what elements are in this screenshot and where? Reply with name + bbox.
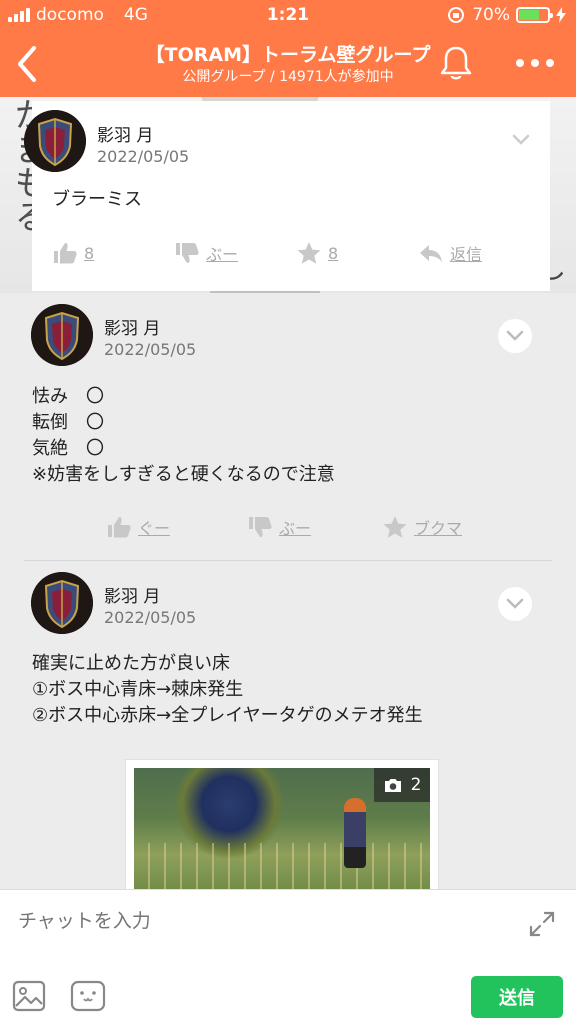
- shield-emblem-icon: [31, 304, 93, 366]
- expand-button[interactable]: [528, 910, 556, 938]
- message-feed[interactable]: かまもる とし 影羽 月 2022/05/05 ブラーミス: [0, 97, 576, 889]
- bookmark-label: ブクマ: [414, 519, 463, 538]
- status-bar: docomo 4G 1:21 70%: [0, 0, 576, 30]
- star-button[interactable]: 8: [296, 241, 338, 265]
- post-author[interactable]: 影羽 月: [104, 582, 160, 607]
- star-icon: [383, 516, 407, 538]
- dislike-button[interactable]: ぶー: [247, 515, 311, 539]
- avatar[interactable]: [24, 110, 86, 172]
- post-text: 確実に止めた方が良い床 ①ボス中心青床→棘床発生 ②ボス中心赤床→全プレイヤータ…: [32, 653, 423, 726]
- camera-icon: [384, 779, 401, 792]
- post-date: 2022/05/05: [104, 608, 197, 627]
- dislike-label: ぶー: [206, 245, 239, 264]
- notification-button[interactable]: [438, 44, 474, 82]
- post-menu-button[interactable]: [498, 587, 532, 621]
- chevron-left-icon: [18, 46, 36, 82]
- charging-icon: [556, 7, 566, 23]
- post-text: ブラーミス: [52, 189, 142, 210]
- chat-input[interactable]: [18, 904, 508, 938]
- chevron-down-icon: [506, 598, 524, 609]
- expand-icon: [529, 911, 555, 937]
- like-label: ぐー: [138, 519, 171, 538]
- post-author[interactable]: 影羽 月: [97, 121, 153, 146]
- reply-icon: [420, 245, 442, 262]
- post-photo[interactable]: 2: [125, 759, 439, 889]
- photo-count-badge: 2: [374, 768, 430, 802]
- post-menu-button[interactable]: [498, 319, 532, 353]
- post-menu-button[interactable]: [504, 123, 538, 157]
- photo-count: 2: [410, 775, 422, 795]
- like-button[interactable]: ぐー: [106, 515, 170, 539]
- post-author[interactable]: 影羽 月: [104, 314, 160, 339]
- chevron-down-icon: [506, 330, 524, 341]
- thumbs-down-icon: [176, 243, 199, 263]
- battery-percent: 70%: [472, 5, 510, 25]
- star-icon: [297, 242, 321, 264]
- star-count: 8: [328, 243, 339, 263]
- post-card: 影羽 月 2022/05/05 ブラーミス 8 ぶー 8 返信: [24, 101, 550, 291]
- post-text: 怯み 〇 転倒 〇 気絶 〇 ※妨害をしすぎると硬くなるので注意: [32, 386, 335, 485]
- image-button[interactable]: [12, 980, 46, 1012]
- bookmark-button[interactable]: ブクマ: [382, 515, 462, 539]
- divider: [24, 560, 552, 561]
- sticker-button[interactable]: [70, 980, 106, 1012]
- composer: 送信: [0, 889, 576, 1024]
- shield-emblem-icon: [31, 572, 93, 634]
- shield-emblem-icon: [24, 110, 86, 172]
- reply-button[interactable]: 返信: [418, 241, 482, 265]
- send-button[interactable]: 送信: [471, 976, 563, 1018]
- photo-thumbnail: 2: [134, 768, 430, 889]
- image-icon: [12, 980, 46, 1012]
- thumbs-up-icon: [54, 243, 77, 264]
- dislike-label: ぶー: [279, 519, 312, 538]
- back-button[interactable]: [12, 44, 42, 84]
- app-header: docomo 4G 1:21 70% 【TORAM】トーラム壁グループ 公開グル…: [0, 0, 576, 97]
- sticker-face-icon: [70, 980, 106, 1012]
- avatar[interactable]: [31, 572, 93, 634]
- battery-icon: [516, 7, 553, 23]
- bell-icon: [440, 46, 472, 80]
- post-date: 2022/05/05: [97, 147, 190, 166]
- reply-label: 返信: [450, 245, 483, 264]
- like-button[interactable]: 8: [52, 241, 94, 265]
- orientation-lock-icon: [448, 7, 465, 23]
- avatar[interactable]: [31, 304, 93, 366]
- dislike-button[interactable]: ぶー: [174, 241, 238, 265]
- post-date: 2022/05/05: [104, 340, 197, 359]
- more-button[interactable]: [512, 52, 558, 74]
- chevron-down-icon: [512, 134, 530, 145]
- thumbs-up-icon: [108, 517, 131, 538]
- like-count: 8: [84, 243, 95, 263]
- more-dots-icon: [516, 59, 524, 67]
- thumbs-down-icon: [249, 517, 272, 537]
